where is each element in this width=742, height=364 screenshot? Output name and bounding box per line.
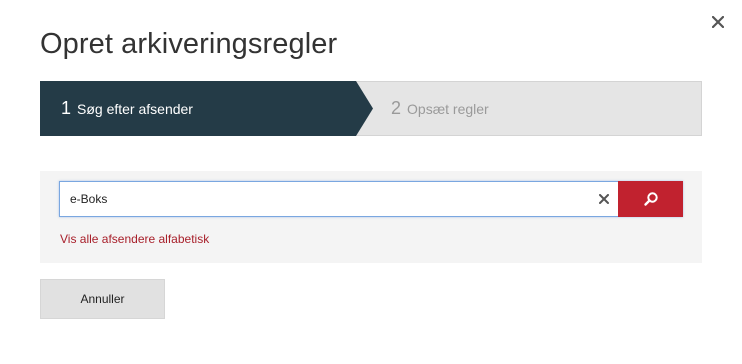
step-2-text: Opsæt regler (407, 100, 489, 117)
step-setup-rules[interactable]: 2 Opsæt regler (391, 82, 489, 135)
step-1-number: 1 (61, 98, 72, 118)
wizard-steps: 1 Søg efter afsender 2 Opsæt regler (40, 81, 702, 136)
cancel-button[interactable]: Annuller (40, 279, 165, 319)
close-button[interactable] (708, 12, 728, 32)
sender-search-input[interactable] (70, 182, 590, 216)
search-box (59, 181, 683, 217)
clear-icon (599, 194, 609, 204)
close-icon (712, 16, 724, 28)
step-1-text: Søg efter afsender (77, 100, 193, 117)
show-all-senders-link[interactable]: Vis alle afsendere alfabetisk (60, 232, 209, 246)
step-1-label: 1 Søg efter afsender (61, 82, 193, 135)
step-2-number: 2 (391, 98, 402, 118)
search-icon (643, 192, 658, 206)
search-panel: Vis alle afsendere alfabetisk (40, 171, 702, 263)
search-button[interactable] (618, 181, 683, 217)
dialog-title: Opret arkiveringsregler (40, 28, 338, 60)
clear-search-button[interactable] (596, 191, 612, 207)
step-search-sender[interactable]: 1 Søg efter afsender (40, 81, 374, 136)
